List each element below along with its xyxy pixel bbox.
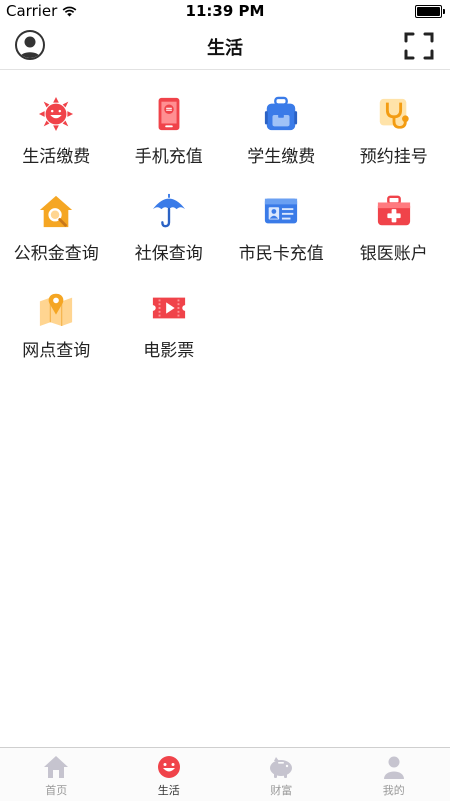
ticket-icon [150, 290, 188, 326]
medical-kit-icon [375, 193, 413, 229]
home-icon [43, 755, 69, 779]
tab-label: 首页 [45, 782, 67, 798]
tab-label: 生活 [158, 782, 180, 798]
battery-icon [415, 5, 442, 18]
status-bar: Carrier 11:39 PM [0, 0, 450, 22]
service-label: 银医账户 [360, 239, 428, 264]
service-label: 公积金查询 [14, 239, 99, 264]
stethoscope-icon [375, 96, 413, 132]
tab-home[interactable]: 首页 [0, 748, 113, 801]
nav-bar: 生活 [0, 22, 450, 70]
service-label: 市民卡充值 [239, 239, 324, 264]
piggy-bank-icon [268, 755, 294, 779]
tab-life[interactable]: 生活 [113, 748, 226, 801]
service-label: 学生缴费 [247, 142, 315, 167]
service-label: 社保查询 [135, 239, 203, 264]
life-smiley-icon [156, 755, 182, 779]
backpack-icon [262, 96, 300, 132]
status-time: 11:39 PM [0, 2, 450, 20]
service-label: 生活缴费 [22, 142, 90, 167]
tab-bar: 首页 生活 财富 我的 [0, 747, 450, 801]
tab-label: 我的 [383, 782, 405, 798]
scan-icon[interactable] [404, 31, 434, 61]
house-search-icon [37, 193, 75, 229]
service-label: 预约挂号 [360, 142, 428, 167]
service-phone-topup[interactable]: 手机充值 [113, 70, 226, 167]
sun-bill-icon [37, 96, 75, 132]
map-pin-icon [37, 290, 75, 326]
user-icon [381, 755, 407, 779]
service-housing-fund[interactable]: 公积金查询 [0, 167, 113, 264]
service-label: 电影票 [143, 336, 194, 361]
tab-label: 财富 [270, 782, 292, 798]
umbrella-icon [150, 193, 188, 229]
tab-mine[interactable]: 我的 [338, 748, 450, 801]
service-branch-search[interactable]: 网点查询 [0, 264, 113, 361]
service-life-payment[interactable]: 生活缴费 [0, 70, 113, 167]
page-title: 生活 [0, 34, 450, 60]
service-label: 网点查询 [22, 336, 90, 361]
phone-icon [150, 96, 188, 132]
service-label: 手机充值 [135, 142, 203, 167]
id-card-icon [262, 193, 300, 229]
service-student-payment[interactable]: 学生缴费 [225, 70, 338, 167]
service-social-security[interactable]: 社保查询 [113, 167, 226, 264]
service-bank-medical[interactable]: 银医账户 [338, 167, 450, 264]
service-movie-ticket[interactable]: 电影票 [113, 264, 226, 361]
service-citizen-card[interactable]: 市民卡充值 [225, 167, 338, 264]
tab-wealth[interactable]: 财富 [225, 748, 338, 801]
service-grid: 生活缴费 手机充值 学生缴费 预约挂号 [0, 70, 450, 361]
service-appointment[interactable]: 预约挂号 [338, 70, 450, 167]
